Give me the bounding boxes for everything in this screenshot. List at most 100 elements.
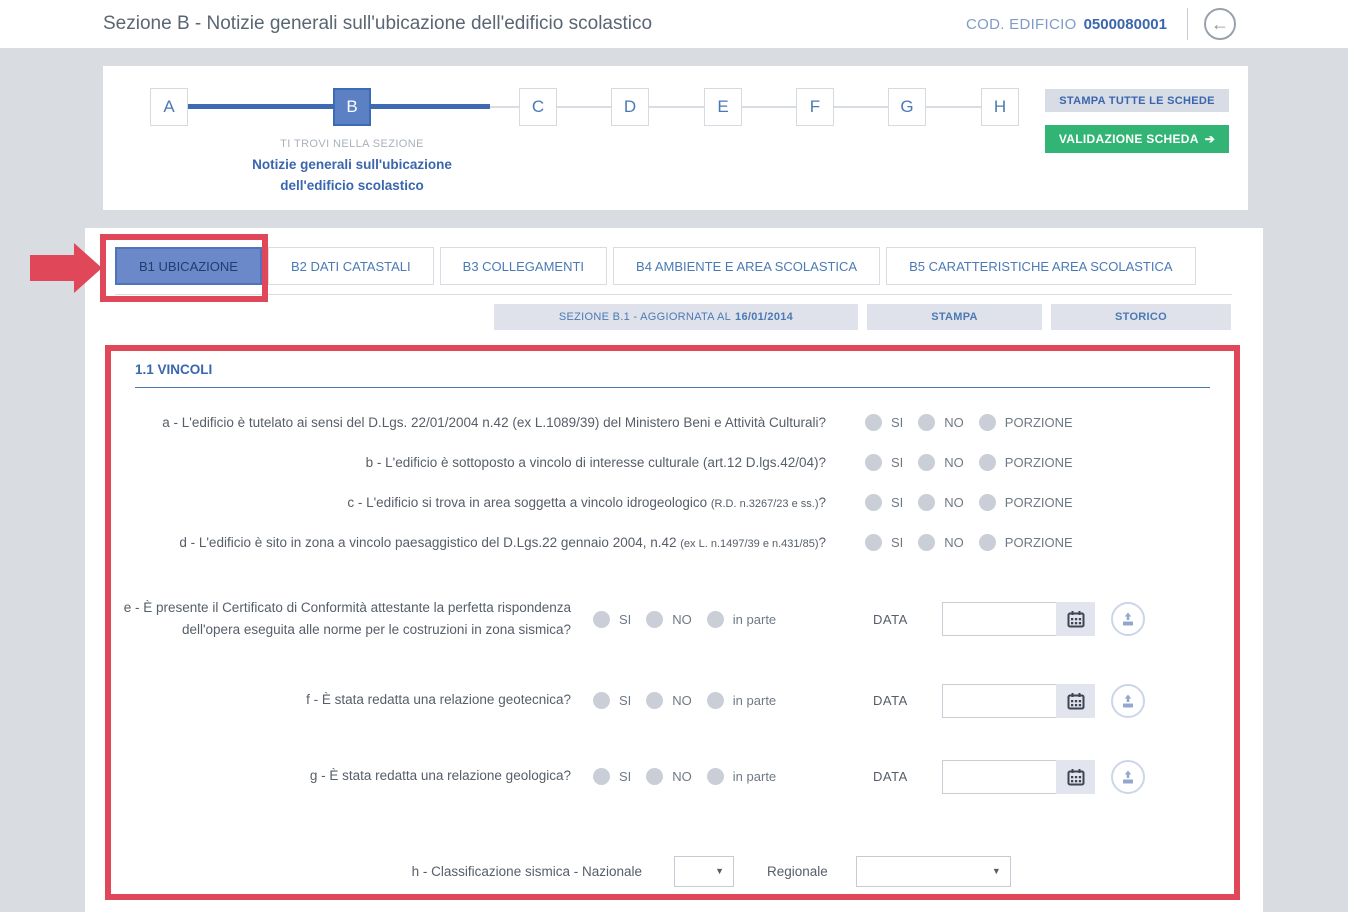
- date-input-g[interactable]: [942, 760, 1056, 794]
- section-updated-badge: SEZIONE B.1 - AGGIORNATA AL 16/01/2014: [494, 304, 858, 330]
- radio-f-si[interactable]: [593, 692, 610, 709]
- calendar-button-g[interactable]: [1056, 760, 1095, 794]
- radio-label-si: SI: [891, 455, 903, 470]
- radio-label-in-parte: in parte: [733, 612, 776, 627]
- storico-button[interactable]: STORICO: [1051, 304, 1231, 330]
- tabs-underline: [115, 294, 1232, 295]
- header-right: COD. EDIFICIO 0500080001 ←: [966, 8, 1236, 40]
- question-text-g: g - È stata redatta una relazione geolog…: [111, 765, 571, 787]
- current-section-name-line1: Notizie generali sull'ubicazione: [252, 157, 452, 172]
- question-row-g: g - È stata redatta una relazione geolog…: [111, 760, 1234, 794]
- current-section-block: TI TROVI NELLA SEZIONE Notizie generali …: [202, 138, 502, 197]
- radio-group-g: SI NO in parte: [593, 768, 789, 785]
- radio-b-no[interactable]: [918, 454, 935, 471]
- building-code-value: 0500080001: [1084, 16, 1167, 33]
- radio-e-in-parte[interactable]: [707, 611, 724, 628]
- radio-b-porzione[interactable]: [979, 454, 996, 471]
- step-c[interactable]: C: [519, 88, 557, 126]
- radio-label-in-parte: in parte: [733, 693, 776, 708]
- radio-label-in-parte: in parte: [733, 769, 776, 784]
- print-all-button[interactable]: STAMPA TUTTE LE SCHEDE: [1045, 89, 1229, 112]
- tab-b5-caratteristiche-area-scolastica[interactable]: B5 CARATTERISTICHE AREA SCOLASTICA: [886, 247, 1195, 285]
- current-section-name: Notizie generali sull'ubicazione dell'ed…: [202, 155, 502, 197]
- current-section-name-line2: dell'edificio scolastico: [280, 178, 424, 193]
- question-row-e: e - È presente il Certificato di Conform…: [111, 597, 1234, 642]
- question-row-a: a - L'edificio è tutelato ai sensi del D…: [111, 413, 1234, 431]
- radio-d-porzione[interactable]: [979, 534, 996, 551]
- annotation-arrow-body: [30, 255, 74, 281]
- radio-label-si: SI: [619, 693, 631, 708]
- validate-button[interactable]: VALIDAZIONE SCHEDA ➔: [1045, 125, 1229, 153]
- upload-icon: [1120, 611, 1136, 627]
- radio-c-no[interactable]: [918, 494, 935, 511]
- page-title: Sezione B - Notizie generali sull'ubicaz…: [103, 13, 652, 35]
- radio-g-no[interactable]: [646, 768, 663, 785]
- radio-group-d: SI NO PORZIONE: [865, 534, 1088, 551]
- radio-label-no: NO: [944, 455, 964, 470]
- radio-d-si[interactable]: [865, 534, 882, 551]
- calendar-button-f[interactable]: [1056, 684, 1095, 718]
- radio-e-si[interactable]: [593, 611, 610, 628]
- radio-label-si: SI: [891, 495, 903, 510]
- radio-b-si[interactable]: [865, 454, 882, 471]
- regionale-select[interactable]: ▼: [856, 856, 1011, 887]
- tab-strip: B1 UBICAZIONE B2 DATI CATASTALI B3 COLLE…: [85, 228, 1263, 285]
- data-label: DATA: [873, 612, 913, 627]
- form-title-rule: [135, 387, 1210, 388]
- upload-icon: [1120, 693, 1136, 709]
- radio-f-no[interactable]: [646, 692, 663, 709]
- radio-d-no[interactable]: [918, 534, 935, 551]
- upload-button-f[interactable]: [1111, 684, 1145, 718]
- radio-group-b: SI NO PORZIONE: [865, 454, 1088, 471]
- radio-label-no: NO: [672, 769, 692, 784]
- date-input-e[interactable]: [942, 602, 1056, 636]
- step-b-active[interactable]: B: [333, 88, 371, 126]
- tab-b1-ubicazione[interactable]: B1 UBICAZIONE: [115, 247, 262, 285]
- radio-group-e: SI NO in parte: [593, 611, 789, 628]
- radio-c-porzione[interactable]: [979, 494, 996, 511]
- upload-button-e[interactable]: [1111, 602, 1145, 636]
- radio-e-no[interactable]: [646, 611, 663, 628]
- section-toolbar: SEZIONE B.1 - AGGIORNATA AL 16/01/2014 S…: [494, 304, 1263, 330]
- calendar-icon: [1067, 768, 1085, 786]
- section-updated-date: 16/01/2014: [735, 311, 793, 323]
- tab-b2-dati-catastali[interactable]: B2 DATI CATASTALI: [268, 247, 434, 285]
- question-text-b: b - L'edificio è sottoposto a vincolo di…: [111, 455, 826, 470]
- tab-b4-ambiente-area-scolastica[interactable]: B4 AMBIENTE E AREA SCOLASTICA: [613, 247, 880, 285]
- radio-label-no: NO: [672, 612, 692, 627]
- radio-label-si: SI: [619, 769, 631, 784]
- step-a[interactable]: A: [150, 88, 188, 126]
- radio-label-no: NO: [944, 535, 964, 550]
- step-f[interactable]: F: [796, 88, 834, 126]
- calendar-button-e[interactable]: [1056, 602, 1095, 636]
- radio-label-porzione: PORZIONE: [1005, 455, 1073, 470]
- step-e[interactable]: E: [704, 88, 742, 126]
- radio-label-no: NO: [672, 693, 692, 708]
- step-h[interactable]: H: [981, 88, 1019, 126]
- regionale-label: Regionale: [767, 864, 828, 879]
- step-d[interactable]: D: [611, 88, 649, 126]
- radio-f-in-parte[interactable]: [707, 692, 724, 709]
- date-input-f[interactable]: [942, 684, 1056, 718]
- step-g[interactable]: G: [888, 88, 926, 126]
- radio-c-si[interactable]: [865, 494, 882, 511]
- question-text-a: a - L'edificio è tutelato ai sensi del D…: [111, 415, 826, 430]
- radio-label-porzione: PORZIONE: [1005, 415, 1073, 430]
- radio-g-in-parte[interactable]: [707, 768, 724, 785]
- nazionale-select[interactable]: ▼: [674, 856, 734, 887]
- radio-a-porzione[interactable]: [979, 414, 996, 431]
- radio-a-si[interactable]: [865, 414, 882, 431]
- stampa-button[interactable]: STAMPA: [867, 304, 1042, 330]
- radio-a-no[interactable]: [918, 414, 935, 431]
- radio-label-porzione: PORZIONE: [1005, 535, 1073, 550]
- date-field-e: [942, 602, 1095, 636]
- radio-g-si[interactable]: [593, 768, 610, 785]
- arrow-right-icon: ➔: [1205, 132, 1215, 146]
- upload-button-g[interactable]: [1111, 760, 1145, 794]
- upload-icon: [1120, 769, 1136, 785]
- divider: [1187, 8, 1188, 40]
- back-button[interactable]: ←: [1204, 8, 1236, 40]
- building-code-label: COD. EDIFICIO: [966, 16, 1077, 33]
- tab-b3-collegamenti[interactable]: B3 COLLEGAMENTI: [440, 247, 607, 285]
- question-row-d: d - L'edificio è sito in zona a vincolo …: [111, 533, 1234, 551]
